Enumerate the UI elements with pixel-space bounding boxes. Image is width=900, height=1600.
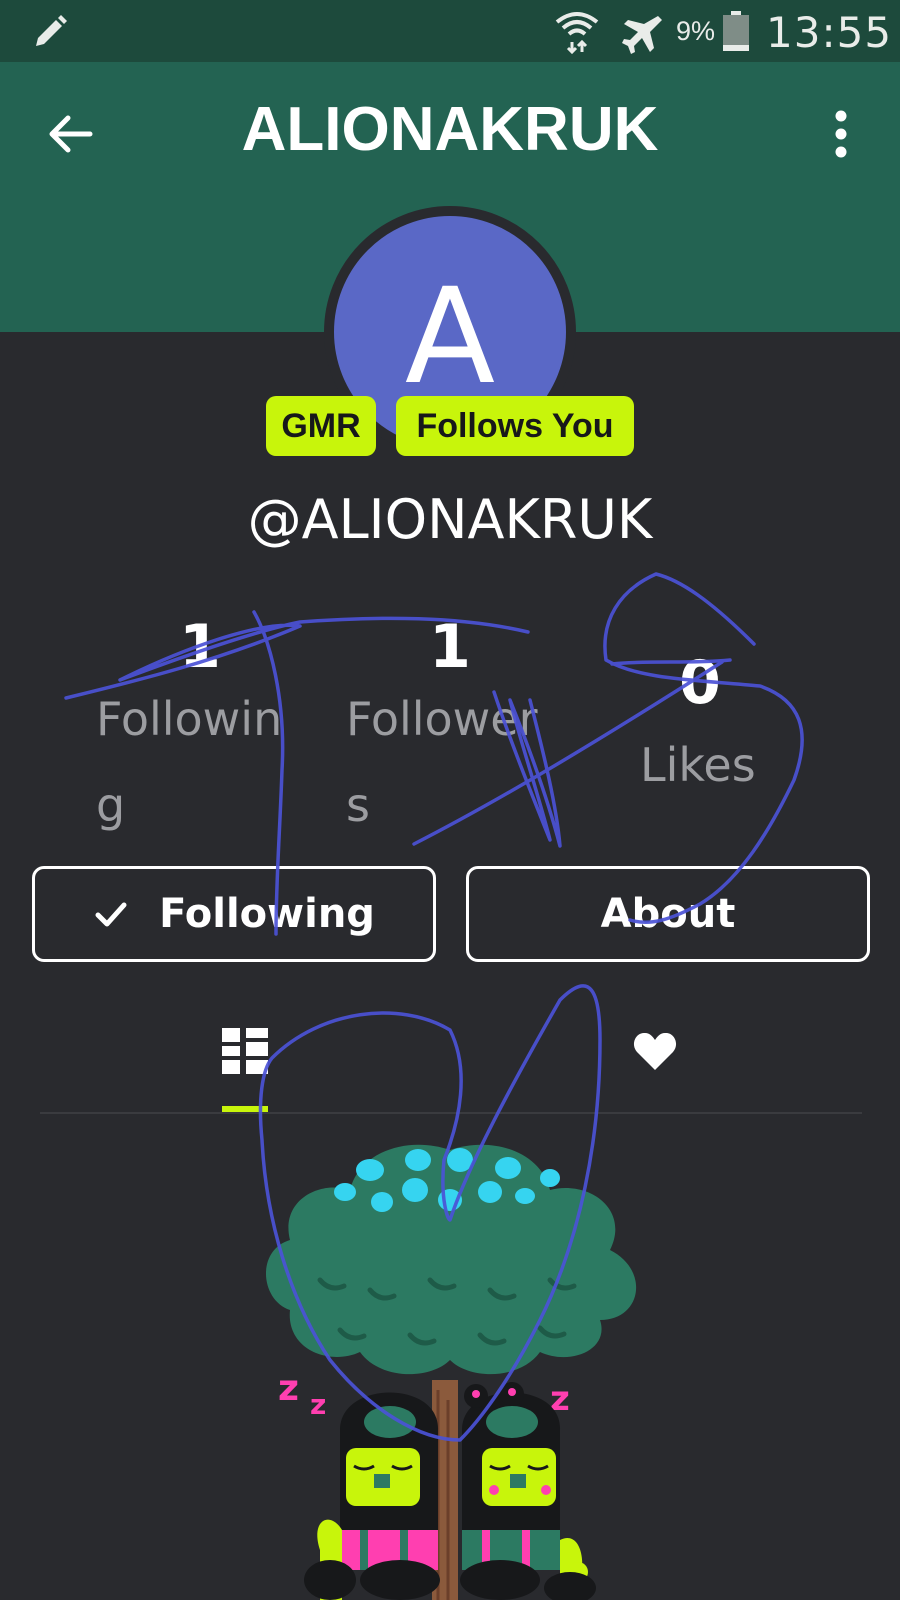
wifi-icon: [555, 12, 599, 54]
heart-icon[interactable]: [632, 1030, 678, 1072]
battery-icon: [723, 11, 749, 51]
likes-count: 0: [679, 648, 721, 718]
avatar-letter: A: [404, 260, 496, 414]
clock: 13:55: [766, 8, 893, 57]
follows-you-badge: Follows You: [396, 396, 634, 456]
more-vertical-icon[interactable]: [820, 106, 862, 162]
sleeping-characters-illustration: z z z: [265, 1144, 637, 1600]
following-count: 1: [179, 612, 221, 682]
profile-screen: 9% 13:55 ALIONAKRUK A GMR Follows You @A…: [0, 0, 900, 1600]
followers-label: Followers: [346, 692, 538, 832]
following-button[interactable]: Following: [32, 866, 436, 962]
back-arrow-icon[interactable]: [42, 106, 98, 162]
pencil-icon: [36, 15, 67, 46]
svg-text:z: z: [310, 1388, 326, 1421]
airplane-mode-icon: [622, 16, 662, 54]
page-title: ALIONAKRUK: [241, 95, 659, 164]
svg-text:z: z: [278, 1368, 299, 1409]
following-label: Following: [96, 692, 283, 832]
following-button-label: Following: [159, 891, 375, 937]
about-button-label: About: [600, 891, 736, 937]
about-button[interactable]: About: [466, 866, 870, 962]
gmr-badge: GMR: [266, 396, 376, 456]
tab-divider: [40, 1112, 862, 1114]
profile-handle: @ALIONAKRUK: [247, 488, 653, 551]
check-icon: [95, 902, 127, 927]
likes-label: Likes: [640, 738, 756, 792]
status-bar: 9% 13:55: [0, 0, 900, 62]
followers-count: 1: [429, 612, 471, 682]
grid-icon[interactable]: [222, 1028, 268, 1074]
battery-percent: 9%: [676, 16, 716, 46]
